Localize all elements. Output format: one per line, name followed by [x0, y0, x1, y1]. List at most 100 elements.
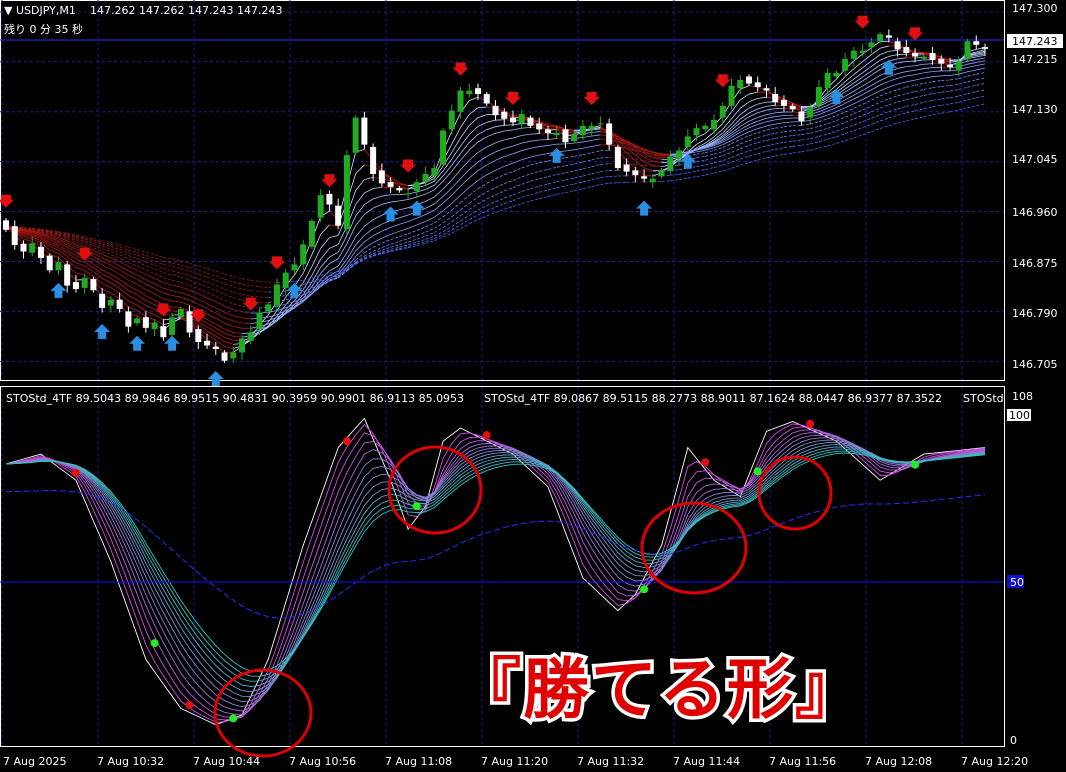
- candle-body: [684, 136, 691, 147]
- candle-body: [929, 52, 936, 61]
- candle-body: [90, 279, 97, 291]
- candle-body: [728, 85, 735, 106]
- remaining-time: 残り 0 分 35 秒: [4, 22, 83, 36]
- time-tick: 7 Aug 11:08: [385, 755, 452, 768]
- candle-body: [815, 87, 822, 106]
- candle-body: [903, 47, 910, 53]
- candle-body: [912, 52, 919, 57]
- candle-body: [3, 220, 9, 230]
- candle-body: [396, 188, 403, 191]
- candle-body: [658, 170, 665, 177]
- candle-body: [562, 129, 569, 143]
- time-tick: 7 Aug 10:56: [289, 755, 356, 768]
- candle-body: [212, 346, 219, 349]
- ma-line-segment: [530, 133, 540, 135]
- candle-body: [702, 125, 709, 130]
- candle-body: [20, 243, 27, 252]
- candle-body: [667, 156, 674, 171]
- candle-body: [125, 311, 132, 327]
- candle-body: [807, 107, 814, 118]
- stochastic-buy-dot: [753, 467, 762, 476]
- candle-body: [247, 332, 254, 341]
- candle-body: [300, 244, 307, 265]
- time-tick: 7 Aug 12:20: [961, 755, 1028, 768]
- candle-body: [475, 88, 482, 95]
- candle-body: [308, 220, 315, 247]
- candle-body: [859, 50, 866, 53]
- candle-body: [676, 150, 683, 159]
- time-tick: 7 Aug 10:32: [97, 755, 164, 768]
- time-tick: 7 Aug 10:44: [193, 755, 260, 768]
- trading-chart[interactable]: ▼ USDJPY,M1 147.262 147.262 147.243 147.…: [0, 0, 1066, 772]
- candle-body: [204, 340, 211, 346]
- candle-body: [151, 322, 158, 330]
- candle-body: [317, 195, 324, 218]
- candle-body: [72, 282, 79, 290]
- candle-body: [833, 72, 840, 77]
- candle-body: [780, 99, 787, 106]
- candle-body: [230, 352, 237, 359]
- candle-body: [885, 35, 892, 38]
- candle-body: [938, 58, 945, 64]
- stochastic-sell-dot: [482, 431, 491, 440]
- candle-body: [343, 155, 350, 230]
- candle-body: [335, 205, 342, 226]
- price-tick: 147.215: [1012, 53, 1058, 66]
- stochastic-sell-dot: [806, 419, 815, 428]
- candle-body: [405, 193, 412, 195]
- stochastic-buy-dot: [640, 585, 649, 594]
- candle-body: [256, 312, 263, 330]
- ohlc-values: 147.262 147.262 147.243 147.243: [90, 4, 282, 17]
- candle-body: [964, 41, 971, 59]
- candle-body: [387, 182, 394, 187]
- candle-body: [99, 293, 106, 308]
- candle-body: [982, 47, 988, 49]
- candle-body: [291, 264, 298, 271]
- stochastic-buy-dot: [150, 639, 159, 648]
- stochastic-sell-dot: [701, 458, 710, 467]
- candle-body: [737, 80, 744, 89]
- candle-body: [37, 246, 44, 258]
- candle-body: [518, 114, 525, 124]
- candle-body: [64, 264, 71, 286]
- indicator-axis: 108 100 50 0: [1007, 390, 1033, 747]
- stochastic-buy-dot: [229, 714, 238, 723]
- symbol-dropdown-icon[interactable]: ▼: [4, 4, 13, 17]
- candle-body: [239, 338, 246, 353]
- price-tick: 147.130: [1012, 103, 1058, 116]
- candle-body: [282, 272, 289, 288]
- candle-body: [273, 284, 280, 306]
- time-tick: 7 Aug 11:20: [481, 755, 548, 768]
- indicator-tick: 0: [1010, 734, 1017, 747]
- caption-text: 『勝てる形』: [455, 651, 863, 728]
- time-tick: 7 Aug 11:44: [673, 755, 740, 768]
- candle-body: [824, 72, 831, 89]
- candle-body: [719, 105, 726, 118]
- ma-line-segment: [495, 119, 505, 121]
- candle-body: [413, 182, 420, 191]
- stochastic-buy-dot: [911, 460, 920, 469]
- candle-body: [326, 193, 333, 205]
- candle-body: [894, 41, 901, 50]
- candle-body: [352, 117, 359, 153]
- current-price-box: 147.243: [1007, 34, 1063, 48]
- indicator-label-2: STOStd_4TF 89.0867 89.5115 88.2773 88.90…: [484, 392, 942, 405]
- candle-body: [160, 326, 167, 338]
- candle-body: [195, 329, 202, 342]
- price-tick: 146.960: [1012, 206, 1058, 219]
- candle-body: [789, 105, 796, 110]
- candle-body: [798, 111, 805, 122]
- candle-body: [422, 173, 429, 183]
- candle-body: [466, 90, 473, 95]
- candle-body: [169, 317, 176, 335]
- time-tick: 7 Aug 11:56: [769, 755, 836, 768]
- price-tick: 146.790: [1012, 307, 1058, 320]
- candle-body: [221, 352, 228, 361]
- candle-body: [745, 76, 752, 84]
- candle-body: [553, 132, 560, 136]
- candle-body: [536, 123, 543, 130]
- candle-body: [440, 130, 447, 165]
- time-tick: 7 Aug 12:08: [865, 755, 932, 768]
- candle-body: [370, 146, 377, 174]
- candle-body: [588, 125, 595, 130]
